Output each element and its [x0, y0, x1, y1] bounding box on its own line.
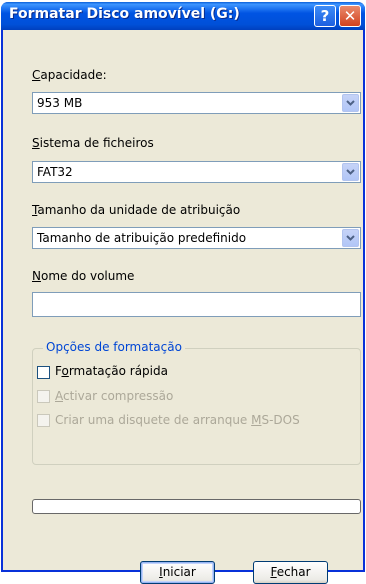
chevron-down-icon[interactable]	[342, 229, 359, 247]
chevron-down-icon[interactable]	[342, 94, 359, 112]
filesystem-accel: S	[32, 136, 40, 150]
msdos-startup-disk-label: Criar uma disquete de arranque MS-DOS	[55, 413, 300, 427]
compression-label: Activar compressão	[55, 389, 173, 403]
allocation-dropdown[interactable]: Tamanho de atribuição predefinido	[32, 227, 361, 249]
msdos-text-post: S-DOS	[261, 413, 300, 427]
msdos-text-pre: Criar uma disquete de arranque	[55, 413, 252, 427]
filesystem-label: Sistema de ficheiros	[32, 136, 154, 150]
quick-format-text-post: rmatação rápida	[68, 364, 168, 378]
capacity-label-text: apacidade:	[40, 68, 107, 82]
volume-accel: N	[32, 269, 41, 283]
format-dialog: Formatar Disco amovível (G:) ? ✕ Capacid…	[1, 2, 365, 584]
compression-checkbox[interactable]	[37, 390, 50, 403]
compression-accel: A	[55, 389, 63, 403]
start-button[interactable]: Iniciar	[140, 561, 215, 584]
allocation-label-text: amanho da unidade de atribuição	[37, 203, 241, 217]
quick-format-accel: o	[61, 364, 69, 378]
title-bar[interactable]: Formatar Disco amovível (G:) ? ✕	[1, 2, 365, 30]
filesystem-label-text: istema de ficheiros	[39, 136, 154, 150]
help-button[interactable]: ?	[314, 5, 336, 27]
volume-label: Nome do volume	[32, 269, 134, 283]
dialog-body: Capacidade: 953 MB Sistema de ficheiros …	[3, 30, 363, 584]
capacity-dropdown[interactable]: 953 MB	[32, 92, 361, 114]
filesystem-dropdown[interactable]: FAT32	[32, 161, 361, 183]
quick-format-label[interactable]: Formatação rápida	[55, 364, 168, 378]
close-label: echar	[276, 565, 311, 579]
filesystem-value: FAT32	[37, 165, 73, 179]
allocation-value: Tamanho de atribuição predefinido	[37, 231, 247, 245]
capacity-value: 953 MB	[37, 96, 83, 110]
msdos-accel: M	[251, 413, 262, 427]
start-label: niciar	[162, 565, 196, 579]
close-window-button[interactable]: ✕	[339, 5, 361, 27]
format-options-group: Opções de formatação Formatação rápida A…	[32, 340, 361, 465]
format-progress-bar	[32, 499, 361, 514]
compression-text-post: ctivar compressão	[63, 389, 174, 403]
quick-format-checkbox[interactable]	[37, 366, 50, 379]
window-title: Formatar Disco amovível (G:)	[9, 6, 240, 22]
chevron-down-icon[interactable]	[342, 163, 359, 181]
volume-name-input[interactable]	[32, 292, 361, 317]
close-button[interactable]: Fechar	[253, 561, 328, 584]
capacity-label: Capacidade:	[32, 68, 107, 82]
allocation-label: Tamanho da unidade de atribuição	[32, 203, 240, 217]
msdos-startup-disk-checkbox[interactable]	[37, 414, 50, 427]
volume-label-text: ome do volume	[40, 269, 135, 283]
format-options-title: Opções de formatação	[43, 340, 185, 354]
